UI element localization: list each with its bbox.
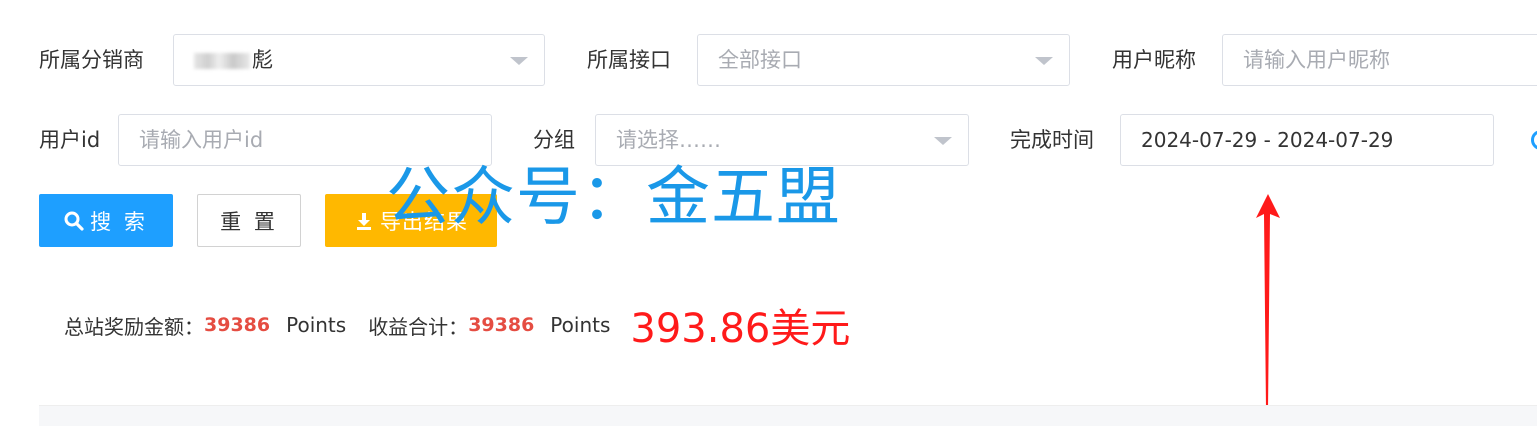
user-id-input[interactable]: 请输入用户id bbox=[118, 114, 492, 166]
group-placeholder: 请选择…… bbox=[616, 128, 721, 152]
search-button-label: 搜 索 bbox=[90, 209, 148, 234]
search-icon bbox=[64, 211, 84, 231]
reset-button-label: 重 置 bbox=[220, 209, 278, 234]
chevron-down-icon bbox=[934, 137, 952, 145]
nickname-placeholder: 请输入用户昵称 bbox=[1243, 48, 1390, 72]
distributor-value: 彪 bbox=[252, 48, 273, 72]
reset-button[interactable]: 重 置 bbox=[197, 194, 301, 247]
nickname-input[interactable]: 请输入用户昵称 bbox=[1222, 34, 1537, 86]
chevron-down-icon bbox=[510, 57, 528, 65]
nickname-label: 用户昵称 bbox=[1112, 48, 1196, 72]
annotation-arrow-icon bbox=[1256, 194, 1280, 410]
user-id-placeholder: 请输入用户id bbox=[139, 128, 264, 152]
search-button[interactable]: 搜 索 bbox=[39, 194, 173, 247]
income-label: 收益合计： bbox=[368, 314, 469, 339]
group-label: 分组 bbox=[533, 128, 575, 152]
redacted-blur bbox=[194, 53, 250, 69]
completion-time-input[interactable]: 2024-07-29 - 2024-07-29 bbox=[1120, 114, 1494, 166]
distributor-select[interactable]: 彪 bbox=[173, 34, 545, 86]
total-reward-unit: Points bbox=[286, 313, 347, 337]
total-reward-value: 39386 bbox=[204, 314, 271, 336]
distributor-label: 所属分销商 bbox=[39, 48, 144, 72]
edge-partial-icon bbox=[1531, 130, 1537, 150]
income-value: 39386 bbox=[468, 314, 535, 336]
group-select[interactable]: 请选择…… bbox=[595, 114, 969, 166]
table-header-strip bbox=[39, 405, 1537, 426]
income-unit: Points bbox=[550, 313, 611, 337]
watermark-text: 公众号：金五盟 bbox=[386, 161, 841, 235]
interface-select[interactable]: 全部接口 bbox=[697, 34, 1070, 86]
completion-time-label: 完成时间 bbox=[1010, 128, 1094, 152]
stats-summary: 总站奖励金额： 39386 Points 收益合计： 39386 Points … bbox=[64, 300, 850, 352]
total-reward-label: 总站奖励金额： bbox=[64, 314, 204, 339]
completion-time-value: 2024-07-29 - 2024-07-29 bbox=[1141, 128, 1394, 152]
user-id-label: 用户id bbox=[39, 128, 101, 152]
download-icon bbox=[357, 212, 371, 230]
usd-total-annotation: 393.86美元 bbox=[630, 306, 851, 352]
interface-placeholder: 全部接口 bbox=[718, 48, 802, 72]
chevron-down-icon bbox=[1035, 57, 1053, 65]
interface-label: 所属接口 bbox=[587, 48, 671, 72]
